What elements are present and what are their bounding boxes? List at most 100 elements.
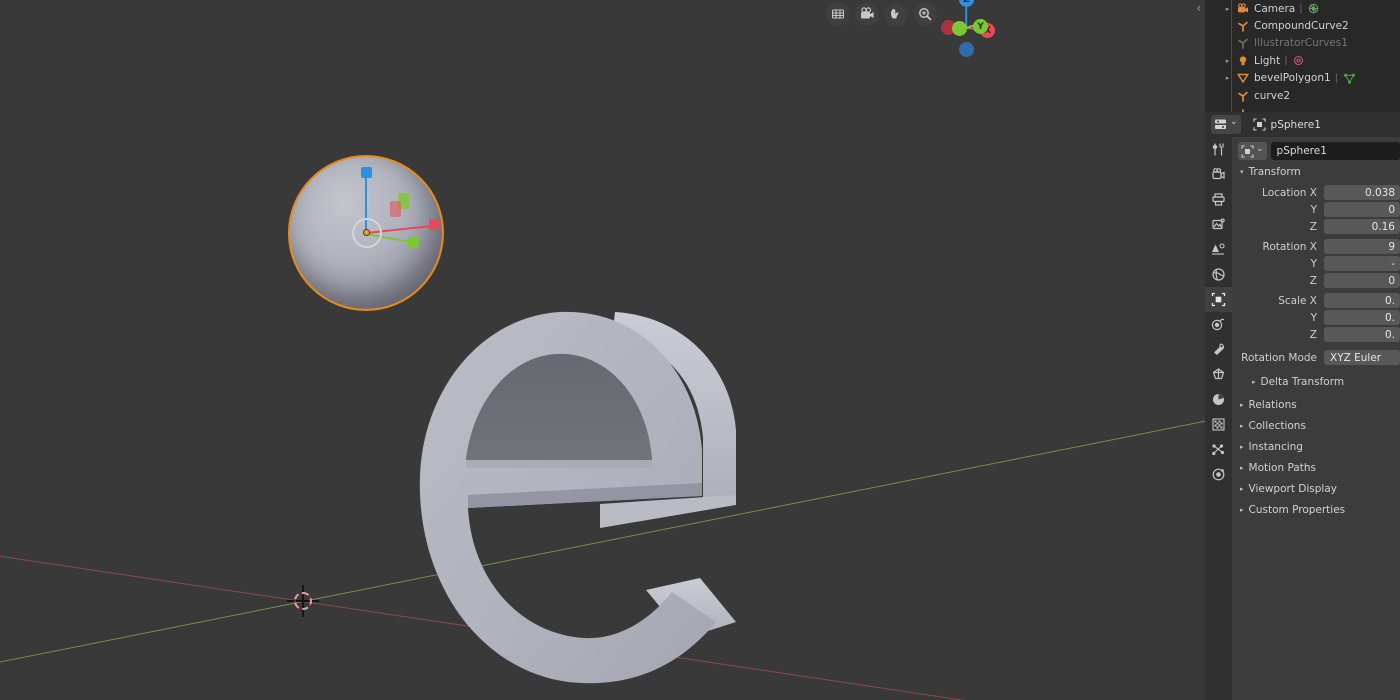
outliner-editor[interactable]: ▸ Camera | CompoundCurve2 IllustratorCur… [1205,0,1400,112]
object-data-icon [1241,144,1254,158]
object-datablock-button[interactable]: ⌄ [1238,142,1267,160]
light-data-icon[interactable] [1292,55,1306,66]
empty-axis-icon [1235,37,1250,50]
tab-particles[interactable] [1205,337,1232,362]
pan-view-button[interactable] [884,2,908,26]
tab-modifiers[interactable] [1205,312,1232,337]
transform-row-location-z[interactable]: Z 0.16 [1232,218,1400,235]
camera-view-button[interactable] [855,2,879,26]
outliner-row-partial[interactable] [1205,104,1400,112]
prop-value-field[interactable]: 9 [1324,239,1400,254]
gizmo-handle-y[interactable] [408,237,419,248]
tab-object[interactable] [1205,287,1232,312]
triangle-right-icon[interactable]: ▸ [1240,422,1244,430]
camera-data-icon[interactable] [1307,3,1321,14]
viewport-collapse-arrow[interactable]: ‹ [1196,2,1201,14]
properties-tab-strip[interactable] [1205,137,1232,700]
triangle-right-icon[interactable]: ▸ [1240,401,1244,409]
triangle-right-icon[interactable]: ▸ [1240,485,1244,493]
transform-row-rotation-z[interactable]: Z 0 [1232,272,1400,289]
outliner-row-camera[interactable]: ▸ Camera | [1205,0,1400,17]
gizmo-origin-point[interactable] [363,229,370,236]
gizmo-ball-y-negative[interactable] [952,21,967,36]
disclosure-triangle-icon[interactable]: ▸ [1223,5,1232,13]
outliner-row-compoundcurve2[interactable]: CompoundCurve2 [1205,17,1400,34]
sphere-object[interactable] [288,155,448,315]
tab-material[interactable] [1205,437,1232,462]
prop-value-field[interactable]: 0. [1324,310,1400,325]
object-name-field[interactable]: pSphere1 [1270,142,1400,160]
transform-row-rotation-y[interactable]: Y - [1232,255,1400,272]
outliner-row-illustratorcurves1[interactable]: IllustratorCurves1 [1205,35,1400,52]
rotation-mode-dropdown[interactable]: XYZ Euler [1324,350,1400,365]
letter-e-mesh[interactable] [400,290,770,690]
prop-label: Y [1310,203,1317,216]
zoom-view-button[interactable] [913,2,937,26]
disclosure-triangle-icon[interactable]: ▸ [1223,74,1232,82]
transform-row-scale-z[interactable]: Z 0. [1232,326,1400,343]
triangle-right-icon[interactable]: ▸ [1240,506,1244,514]
gizmo-plane-handle-red[interactable] [390,201,401,217]
transform-row-location-y[interactable]: Y 0 [1232,201,1400,218]
tab-output[interactable] [1205,187,1232,212]
tab-world[interactable] [1205,262,1232,287]
panel-title: Motion Paths [1248,461,1316,474]
disclosure-triangle-icon[interactable]: ▸ [1223,57,1232,65]
3d-cursor[interactable] [287,585,319,617]
chevron-down-icon[interactable]: ⌄ [1256,144,1264,154]
prop-value-field[interactable]: - [1324,256,1400,271]
prop-value-field[interactable]: 0. [1324,293,1400,308]
chevron-down-icon[interactable]: ⌄ [1230,118,1238,127]
tab-render[interactable] [1205,162,1232,187]
tab-constraints[interactable] [1205,387,1232,412]
viewport-display-panel-header[interactable]: ▸ Viewport Display [1232,478,1400,499]
gizmo-ball-z-positive[interactable]: Z [959,0,974,7]
prop-value-field[interactable]: 0 [1324,273,1400,288]
triangle-down-icon[interactable]: ▾ [1240,168,1244,176]
collections-panel-header[interactable]: ▸ Collections [1232,415,1400,436]
motion-paths-panel-header[interactable]: ▸ Motion Paths [1232,457,1400,478]
outliner-row-curve2[interactable]: curve2 [1205,87,1400,104]
tab-physics[interactable] [1205,362,1232,387]
mesh-data-icon[interactable] [1342,73,1356,84]
instancing-panel-header[interactable]: ▸ Instancing [1232,436,1400,457]
transform-row-scale-y[interactable]: Y 0. [1232,309,1400,326]
outliner-row-bevelpolygon1[interactable]: ▸ bevelPolygon1 | [1205,70,1400,87]
toggle-perspective-button[interactable] [826,2,850,26]
transform-row-rotation-mode[interactable]: Rotation Mode XYZ Euler [1232,349,1400,366]
prop-label: Y [1310,311,1317,324]
gizmo-handle-z[interactable] [361,167,372,178]
tab-tool[interactable] [1205,137,1232,162]
properties-editor-type-button[interactable]: ⌄ [1211,115,1241,134]
outliner-label: Light [1254,54,1281,67]
gizmo-handle-x[interactable] [429,219,440,230]
object-id-row[interactable]: ⌄ pSphere1 [1232,140,1400,162]
transform-row-scale-x[interactable]: Scale X 0. [1232,292,1400,309]
properties-breadcrumb[interactable]: ⌄ pSphere1 [1205,112,1400,137]
prop-value-field[interactable]: 0 [1324,202,1400,217]
prop-value-field[interactable]: 0.16 [1324,219,1400,234]
breadcrumb-object-icon [1252,118,1266,131]
prop-value-field[interactable]: 0.038 [1324,185,1400,200]
tab-view-layer[interactable] [1205,212,1232,237]
tab-scene[interactable] [1205,237,1232,262]
3d-viewport[interactable]: e [0,0,1205,700]
relations-panel-header[interactable]: ▸ Relations [1232,394,1400,415]
properties-editor[interactable]: ⌄ pSphere1 ▾ Transform Location X 0.038 … [1232,137,1400,700]
triangle-right-icon[interactable]: ▸ [1252,378,1256,386]
outliner-row-light[interactable]: ▸ Light | [1205,52,1400,69]
tab-object-data[interactable] [1205,412,1232,437]
prop-value-field[interactable]: 0. [1324,327,1400,342]
gizmo-ball-z-negative[interactable] [959,42,974,57]
transform-row-location-x[interactable]: Location X 0.038 [1232,184,1400,201]
tab-texture[interactable] [1205,462,1232,487]
delta-transform-panel-header[interactable]: ▸ Delta Transform [1232,372,1400,392]
triangle-right-icon[interactable]: ▸ [1240,443,1244,451]
view-axis-gizmo[interactable]: Z X Y [935,0,997,57]
custom-properties-panel-header[interactable]: ▸ Custom Properties [1232,499,1400,520]
gizmo-ball-y-positive[interactable]: Y [973,19,988,34]
transform-row-rotation-x[interactable]: Rotation X 9 [1232,238,1400,255]
blender-window: e [0,0,1400,700]
triangle-right-icon[interactable]: ▸ [1240,464,1244,472]
transform-panel-header[interactable]: ▾ Transform [1232,162,1400,182]
